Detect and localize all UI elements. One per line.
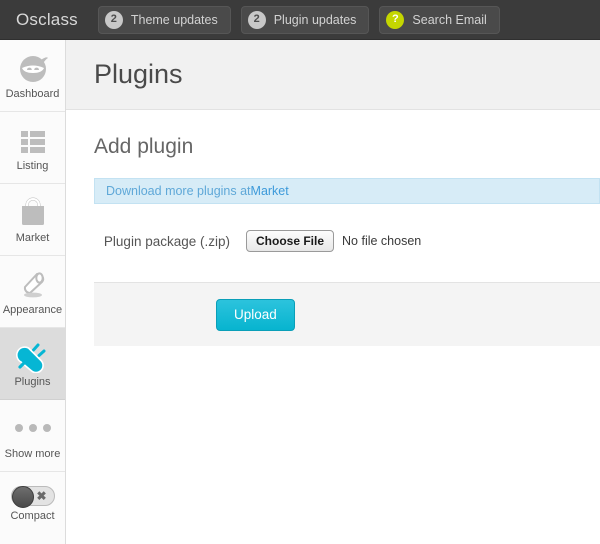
page-title: Plugins	[94, 59, 183, 89]
sidebar-item-listing[interactable]: Listing	[0, 112, 65, 184]
brand-logo[interactable]: Osclass	[16, 10, 78, 30]
question-mark-icon: ?	[386, 10, 405, 29]
theme-updates-label: Theme updates	[130, 12, 218, 27]
search-email-button[interactable]: ? Search Email	[379, 5, 500, 34]
ninja-head-icon	[16, 51, 50, 85]
sidebar-item-market[interactable]: Market	[0, 184, 65, 256]
market-link[interactable]: Market	[251, 184, 289, 198]
sidebar-item-label: Show more	[4, 448, 61, 460]
file-status-text: No file chosen	[342, 234, 422, 248]
compact-toggle[interactable]: ✖ Compact	[0, 472, 65, 536]
market-info-text: Download more plugins at	[106, 184, 251, 198]
plugin-updates-count-badge: 2	[247, 10, 266, 29]
plugin-package-label: Plugin package (.zip)	[103, 233, 230, 249]
ellipsis-icon	[14, 411, 51, 445]
sidebar-item-label: Listing	[16, 160, 49, 172]
sidebar-item-label: Dashboard	[5, 88, 60, 100]
plug-icon	[15, 339, 50, 374]
sidebar-item-label: Market	[15, 232, 50, 244]
shopping-bag-icon	[16, 195, 50, 229]
page-header: Plugins	[66, 40, 600, 110]
section-title: Add plugin	[94, 135, 194, 158]
paint-roller-icon	[16, 267, 50, 301]
search-email-label: Search Email	[412, 12, 487, 27]
form-actions-bar: Upload	[94, 282, 600, 346]
sidebar-item-show-more[interactable]: Show more	[0, 400, 65, 472]
theme-updates-count-badge: 2	[104, 10, 123, 29]
toggle-off-mark: ✖	[36, 489, 47, 503]
plugin-updates-button[interactable]: 2 Plugin updates	[240, 5, 370, 34]
theme-updates-button[interactable]: 2 Theme updates	[97, 5, 231, 34]
main-content: Plugins Add plugin Download more plugins…	[66, 40, 600, 544]
plugin-package-row: Plugin package (.zip) Choose File No fil…	[66, 230, 600, 252]
plugin-updates-label: Plugin updates	[273, 12, 357, 27]
compact-toggle-label: Compact	[10, 510, 55, 522]
upload-button[interactable]: Upload	[216, 298, 295, 331]
toggle-switch-icon[interactable]: ✖	[10, 486, 55, 508]
sidebar-item-label: Appearance	[2, 304, 63, 316]
sidebar-item-dashboard[interactable]: Dashboard	[0, 40, 65, 112]
sidebar-item-plugins[interactable]: Plugins	[0, 328, 65, 400]
toggle-knob	[11, 486, 34, 508]
osclass-admin-window: Osclass 2 Theme updates 2 Plugin updates…	[0, 0, 600, 544]
sidebar-item-appearance[interactable]: Appearance	[0, 256, 65, 328]
market-info-bar: Download more plugins at Market	[94, 178, 600, 204]
choose-file-button[interactable]: Choose File	[246, 230, 335, 252]
list-icon	[16, 123, 50, 157]
sidebar-item-label: Plugins	[14, 376, 51, 388]
top-bar: Osclass 2 Theme updates 2 Plugin updates…	[0, 0, 600, 40]
sidebar: Dashboard Listing Market Appearance Plug…	[0, 40, 66, 544]
